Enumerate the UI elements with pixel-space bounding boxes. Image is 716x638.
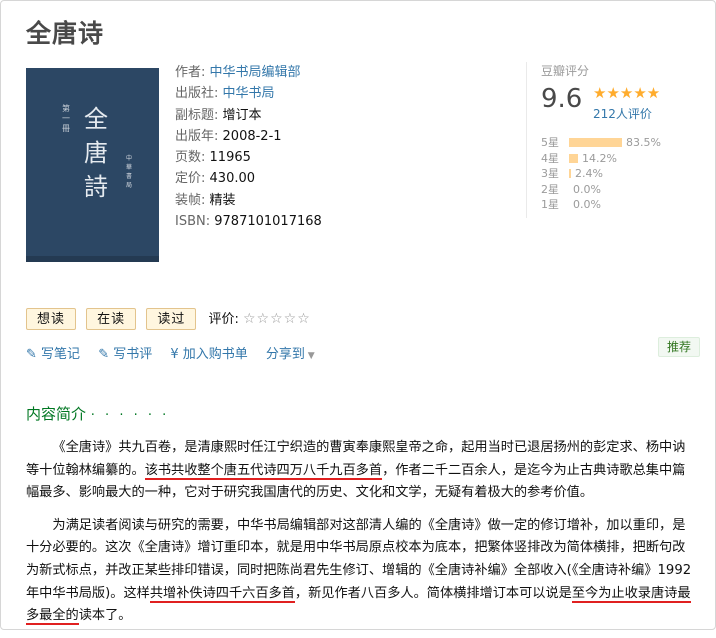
intro-paragraph: 《全唐诗》共九百卷，是清康熙时任江宁织造的曹寅奉康熙皇帝之命，起用当时已退居扬州… <box>26 437 696 505</box>
rating-row-label: 3星 <box>541 167 559 180</box>
book-meta: 作者: 中华书局编辑部 出版社: 中华书局 副标题: 增订本 出版年: 2008… <box>175 62 322 232</box>
meta-pubdate-value: 2008-2-1 <box>222 128 282 144</box>
rating-row-3: 3星 2.4% <box>541 165 661 181</box>
cover-volume-text: 第一冊 <box>62 104 70 133</box>
rating-panel: 豆瓣评分 9.6 ★★★★★ 212人评价 5星 83.5% 4星 14.2% 3星… <box>526 62 706 218</box>
rating-row-label: 1星 <box>541 198 559 211</box>
intro-text: 读本了。 <box>78 608 132 624</box>
rating-label: 豆瓣评分 <box>541 64 590 78</box>
rating-distribution: 5星 83.5% 4星 14.2% 3星 2.4% 2星 0.0% 1星 0.0% <box>541 134 661 212</box>
meta-binding-row: 装帧: 精装 <box>175 190 322 211</box>
rating-row-label: 4星 <box>541 151 559 165</box>
meta-price-label: 定价: <box>175 171 206 187</box>
rating-row-label: 2星 <box>541 182 559 196</box>
meta-isbn-value: 9787101017168 <box>214 214 322 230</box>
write-note-label: 写笔记 <box>41 347 81 362</box>
chevron-down-icon: ▼ <box>304 351 315 361</box>
rating-row-4: 4星 14.2% <box>541 150 661 166</box>
rating-row-label: 5星 <box>541 136 559 149</box>
five-star-rating-icon: ★★★★★ <box>593 84 661 102</box>
page-title: 全唐诗 <box>26 19 105 48</box>
meta-isbn-label: ISBN: <box>175 214 211 230</box>
meta-pages-value: 11965 <box>209 150 251 166</box>
rating-row-5: 5星 83.5% <box>541 134 661 150</box>
rating-percent: 2.4% <box>575 167 603 180</box>
reading-button[interactable]: 在读 <box>86 308 137 330</box>
intro-text: ，新见作者八百多人。简体横排增订本可以说是 <box>294 585 572 601</box>
meta-pages-label: 页数: <box>175 150 206 166</box>
book-cover-image[interactable]: 第一冊 全唐詩 中華書局 <box>26 68 159 262</box>
rating-row-1: 1星 0.0% <box>541 196 661 212</box>
intro-heading-label: 内容简介 <box>26 405 87 423</box>
rating-bar <box>569 169 571 178</box>
intro-heading: 内容简介 · · · · · · <box>26 403 169 424</box>
highlighted-text: 共增补佚诗四千六百多首 <box>149 585 295 603</box>
meta-publisher-label: 出版社: <box>175 86 219 102</box>
meta-subtitle-label: 副标题: <box>175 107 219 123</box>
pencil-icon: ✎ <box>26 347 42 362</box>
meta-binding-value: 精装 <box>209 192 236 208</box>
write-note-link[interactable]: ✎ 写笔记 <box>26 347 80 362</box>
rating-percent: 0.0% <box>573 198 601 211</box>
add-to-booklist-link[interactable]: ¥ 加入购书单 <box>170 347 247 362</box>
share-label: 分享到 <box>265 347 305 362</box>
meta-author-row: 作者: 中华书局编辑部 <box>175 62 322 83</box>
meta-pubdate-row: 出版年: 2008-2-1 <box>175 126 322 147</box>
want-to-read-button[interactable]: 想读 <box>26 308 77 330</box>
rating-row-2: 2星 0.0% <box>541 181 661 197</box>
rating-bar <box>569 138 622 147</box>
rating-percent: 83.5% <box>626 136 661 149</box>
rate-stars-input[interactable]: ☆☆☆☆☆ <box>243 311 311 327</box>
rating-percent: 0.0% <box>573 182 601 196</box>
meta-author-link[interactable]: 中华书局编辑部 <box>210 65 301 80</box>
meta-binding-label: 装帧: <box>175 192 206 208</box>
cover-publisher-text: 中華書局 <box>126 155 133 189</box>
cover-title-text: 全唐詩 <box>84 105 108 201</box>
recommend-button[interactable]: 推荐 <box>658 337 700 357</box>
pencil-icon: ✎ <box>98 347 114 362</box>
rating-bar <box>569 153 578 163</box>
have-read-button[interactable]: 读过 <box>146 308 197 330</box>
tool-links: ✎ 写笔记 ✎ 写书评 ¥ 加入购书单 分享到 ▼ <box>26 343 329 362</box>
rating-count-link[interactable]: 212人评价 <box>593 105 652 122</box>
meta-subtitle-row: 副标题: 增订本 <box>175 105 322 126</box>
intro-body: 《全唐诗》共九百卷，是清康熙时任江宁织造的曹寅奉康熙皇帝之命，起用当时已退居扬州… <box>26 437 696 638</box>
meta-price-value: 430.00 <box>209 171 256 187</box>
meta-isbn-row: ISBN: 9787101017168 <box>175 211 322 232</box>
intro-heading-dots: · · · · · · <box>90 408 170 423</box>
write-review-link[interactable]: ✎ 写书评 <box>98 347 152 362</box>
meta-price-row: 定价: 430.00 <box>175 168 322 189</box>
rating-score: 9.6 <box>541 84 583 114</box>
cover-bottom-strip <box>26 256 159 262</box>
meta-pubdate-label: 出版年: <box>175 128 219 144</box>
meta-pages-row: 页数: 11965 <box>175 147 322 168</box>
rate-label: 评价: <box>208 312 239 327</box>
write-review-label: 写书评 <box>113 347 153 362</box>
meta-subtitle-value: 增订本 <box>222 107 262 123</box>
reading-actions: 想读 在读 读过 评价: ☆☆☆☆☆ <box>26 308 311 330</box>
rating-percent: 14.2% <box>582 151 617 165</box>
meta-author-label: 作者: <box>175 65 206 80</box>
intro-paragraph: 为满足读者阅读与研究的需要，中华书局编辑部对这部清人编的《全唐诗》做一定的修订增… <box>26 515 696 628</box>
share-dropdown[interactable]: 分享到 ▼ <box>266 347 315 362</box>
highlighted-text: 该书共收整个唐五代诗四万八千九百多首 <box>144 462 383 480</box>
meta-publisher-row: 出版社: 中华书局 <box>175 83 322 104</box>
meta-publisher-link[interactable]: 中华书局 <box>223 86 275 101</box>
